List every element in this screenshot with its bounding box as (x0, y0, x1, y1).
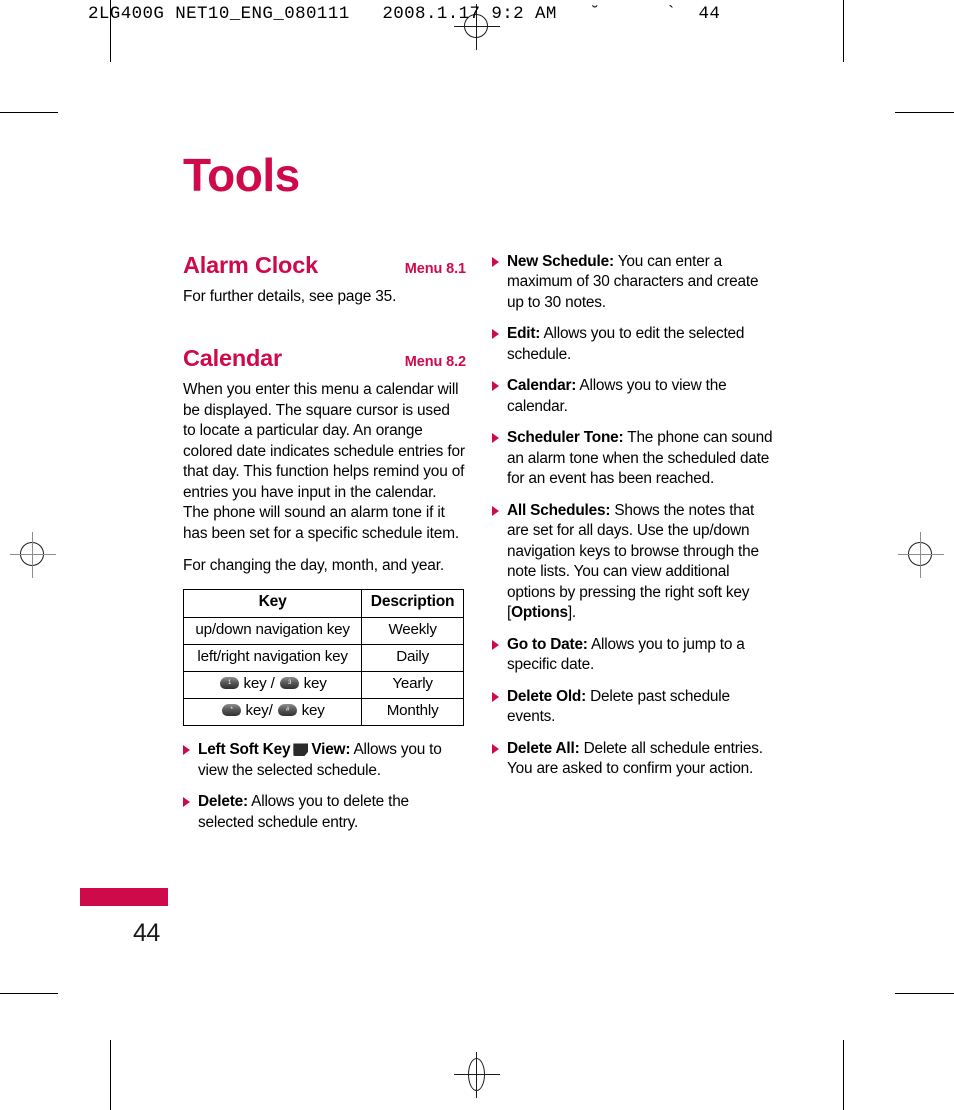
list-item-label: Left Soft Key (198, 741, 291, 759)
section-header-calendar: Calendar Menu 8.2 (183, 345, 466, 372)
list-item-label: Scheduler Tone: (507, 429, 624, 447)
paragraph-calendar-1: When you enter this menu a calendar will… (183, 381, 465, 542)
bullet-triangle-icon (492, 505, 499, 516)
list-item: All Schedules: Shows the notes that are … (492, 501, 777, 624)
bullet-triangle-icon (492, 743, 499, 754)
list-item-emphasis: Options (511, 604, 568, 622)
phone-key-star-label: * (229, 706, 233, 714)
section-header-alarm-clock: Alarm Clock Menu 8.1 (183, 252, 466, 279)
table-header-row: Key Description (182, 588, 464, 618)
table-cell-description: Daily (361, 643, 464, 673)
left-soft-key-icon (293, 743, 309, 757)
page-canvas: Tools Alarm Clock Menu 8.1 For further d… (0, 0, 954, 1110)
list-item-label: Edit: (507, 325, 541, 343)
table-row: * key/ # key Monthly (182, 698, 464, 727)
list-item: Delete All: Delete all schedule entries.… (492, 739, 777, 780)
paragraph-alarm-clock-1: For further details, see page 35. (183, 288, 397, 305)
list-item: Left Soft Key View: Allows you to view th… (183, 740, 466, 781)
list-item-label: New Schedule: (507, 253, 614, 270)
bullet-triangle-icon (492, 381, 499, 392)
list-item-label-2: View: (311, 741, 351, 759)
page-number: 44 (133, 919, 160, 947)
phone-key-hash-icon: # (277, 704, 297, 717)
table-cell-description: Monthly (361, 698, 464, 727)
bullet-triangle-icon (492, 639, 499, 650)
table-row: up/down navigation key Weekly (182, 616, 464, 645)
phone-key-1-label: 1 (227, 679, 231, 686)
list-item-label: All Schedules: (507, 501, 611, 519)
list-item-label: Calendar: (507, 377, 577, 395)
right-column-bullet-list: New Schedule: You can enter a maximum of… (492, 252, 777, 780)
list-item-text-end: ]. (567, 604, 576, 622)
list-item: Delete: Allows you to delete the selecte… (183, 792, 466, 833)
table-cell-key: 1 key / 3 key (182, 671, 363, 700)
bullet-triangle-icon (492, 257, 499, 267)
section-menu-code-alarm-clock: Menu 8.1 (404, 261, 466, 277)
list-item: Calendar: Allows you to view the calenda… (492, 376, 777, 417)
table-cell-description: Weekly (361, 616, 464, 645)
phone-key-3-icon: 3 (279, 677, 299, 690)
list-item-label: Go to Date: (507, 635, 588, 653)
paragraph-calendar-2: For changing the day, month, and year. (183, 557, 444, 575)
list-item: Scheduler Tone: The phone can sound an a… (492, 428, 777, 489)
section-title-calendar: Calendar (183, 345, 282, 372)
phone-key-1-icon: 1 (219, 677, 239, 690)
phone-key-hash-label: # (285, 706, 289, 714)
table-cell-description: Yearly (361, 671, 464, 700)
bullet-triangle-icon (183, 745, 190, 756)
table-row: 1 key / 3 key Yearly (182, 671, 464, 700)
phone-key-3-label: 3 (287, 679, 291, 686)
table-row: left/right navigation key Daily (182, 643, 464, 673)
key-description-table: Key Description up/down navigation key W… (182, 588, 464, 727)
section-title-alarm-clock: Alarm Clock (183, 252, 318, 278)
list-item-label: Delete All: (507, 739, 580, 757)
bullet-triangle-icon (492, 329, 499, 340)
bullet-triangle-icon (183, 797, 190, 808)
left-column-bullet-list: Left Soft Key View: Allows you to view th… (183, 740, 466, 833)
phone-key-star-icon: * (221, 704, 241, 717)
section-menu-code-calendar: Menu 8.2 (404, 354, 466, 371)
list-item: Edit: Allows you to edit the selected sc… (492, 324, 777, 365)
list-item-label: Delete Old: (507, 687, 587, 705)
table-header-key: Key (182, 588, 363, 618)
chapter-thumb-tab (80, 888, 168, 906)
list-item-label: Delete: (198, 793, 248, 811)
table-cell-key: left/right navigation key (182, 643, 363, 673)
left-column: Alarm Clock Menu 8.1 For further details… (182, 252, 466, 844)
right-column: New Schedule: You can enter a maximum of… (492, 252, 777, 791)
bullet-triangle-icon (492, 691, 499, 702)
list-item: Delete Old: Delete past schedule events. (492, 687, 777, 728)
table-header-description: Description (361, 588, 464, 618)
table-cell-key: * key/ # key (182, 698, 363, 727)
list-item: Go to Date: Allows you to jump to a spec… (492, 635, 777, 676)
page-title: Tools (183, 149, 300, 201)
bullet-triangle-icon (492, 433, 499, 444)
list-item-text: Allows you to edit the selected schedule… (507, 325, 745, 363)
list-item: New Schedule: You can enter a maximum of… (492, 252, 777, 313)
table-cell-key: up/down navigation key (182, 616, 363, 645)
